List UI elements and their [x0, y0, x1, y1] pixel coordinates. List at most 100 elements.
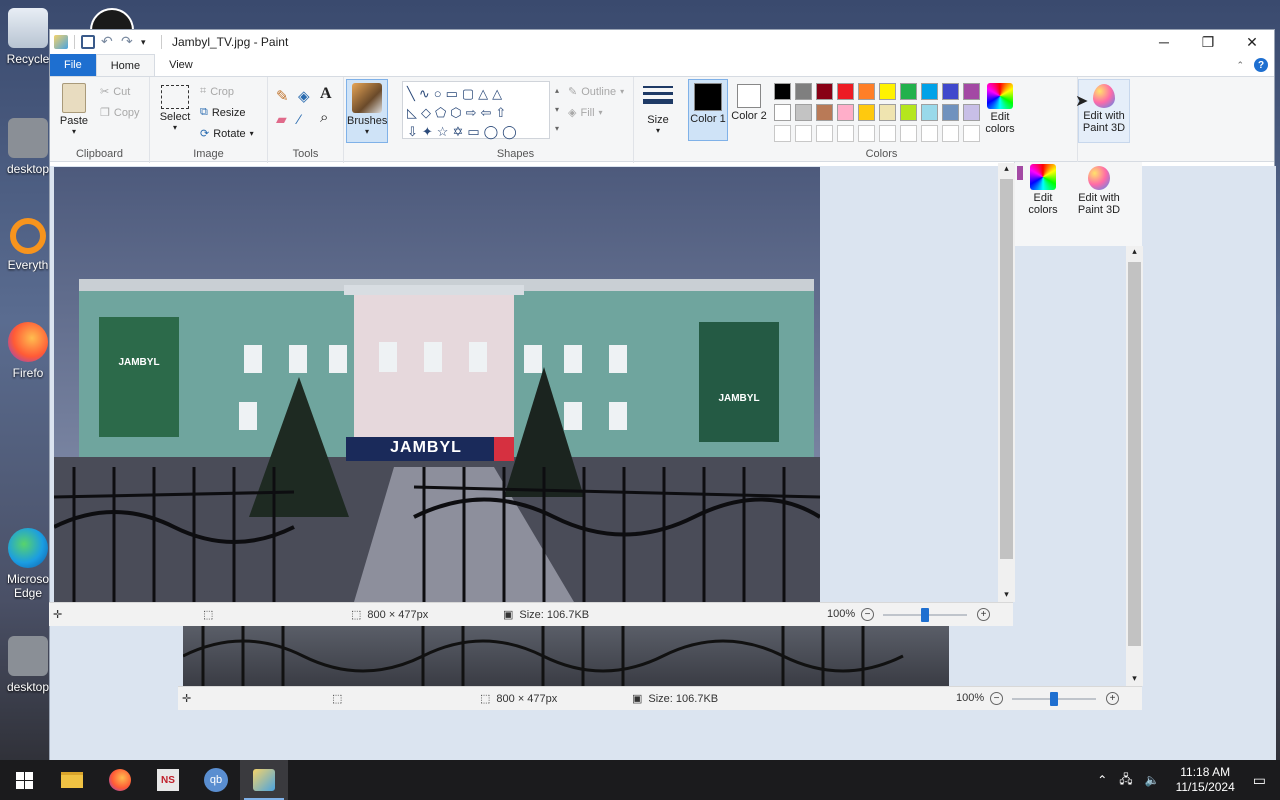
- scroll-down-icon[interactable]: ▾: [998, 589, 1015, 600]
- volume-muted-icon[interactable]: 🔈: [1145, 773, 1160, 787]
- custom-palette-slot[interactable]: [900, 125, 917, 142]
- edit-colors-button[interactable]: Edit colors: [980, 83, 1020, 135]
- palette-swatch[interactable]: [900, 104, 917, 121]
- zoom-in-button[interactable]: +: [977, 608, 990, 621]
- restore-button[interactable]: ❐: [1186, 30, 1230, 54]
- zoom-out-button[interactable]: −: [861, 608, 874, 621]
- palette-swatch[interactable]: [837, 83, 854, 100]
- custom-palette-slot[interactable]: [816, 125, 833, 142]
- start-button[interactable]: [0, 760, 48, 800]
- palette-swatch[interactable]: [921, 104, 938, 121]
- copy-button[interactable]: ❐ Copy: [100, 106, 140, 120]
- customize-toolbar-icon[interactable]: ▾: [141, 35, 155, 49]
- taskbar-firefox[interactable]: [96, 760, 144, 800]
- scroll-down-icon[interactable]: ▾: [1126, 673, 1143, 684]
- custom-palette-slot[interactable]: [921, 125, 938, 142]
- palette-swatch[interactable]: [879, 83, 896, 100]
- notification-center-icon[interactable]: ▭: [1253, 772, 1266, 789]
- custom-palette-slot[interactable]: [774, 125, 791, 142]
- desktop-icon-edge[interactable]: Microso Edge: [0, 528, 56, 600]
- ghost-vertical-scrollbar[interactable]: ▴ ▾: [1126, 246, 1143, 686]
- fill-button[interactable]: ◈ Fill ▾: [568, 106, 603, 120]
- taskbar-ns-app[interactable]: NS: [144, 760, 192, 800]
- palette-swatch[interactable]: [837, 104, 854, 121]
- palette-swatch[interactable]: [900, 83, 917, 100]
- desktop-icon-desktop-1[interactable]: desktop: [0, 118, 56, 176]
- palette-swatch[interactable]: [816, 83, 833, 100]
- palette-swatch[interactable]: [774, 104, 791, 121]
- palette-swatch[interactable]: [795, 104, 812, 121]
- palette-swatch[interactable]: [963, 83, 980, 100]
- color-picker-icon[interactable]: ⁄: [298, 111, 300, 127]
- palette-swatch[interactable]: [774, 83, 791, 100]
- custom-palette-slot[interactable]: [858, 125, 875, 142]
- edit-with-paint3d-button[interactable]: Edit with Paint 3D: [1078, 79, 1130, 143]
- palette-swatch[interactable]: [942, 104, 959, 121]
- ghost-edit-colors-button[interactable]: Edit colors: [1023, 164, 1063, 216]
- help-icon[interactable]: ?: [1254, 58, 1268, 72]
- ghost-zoom-out-button[interactable]: −: [990, 692, 1003, 705]
- fill-bucket-icon[interactable]: ◈: [298, 87, 310, 105]
- palette-swatch[interactable]: [921, 83, 938, 100]
- palette-swatch[interactable]: [795, 83, 812, 100]
- minimize-button[interactable]: ─: [1142, 30, 1186, 54]
- resize-button[interactable]: ⧉ Resize: [200, 106, 245, 119]
- tab-home[interactable]: Home: [95, 54, 156, 76]
- pencil-icon[interactable]: ✎: [276, 87, 289, 105]
- outline-button[interactable]: ✎ Outline ▾: [568, 85, 624, 99]
- eraser-icon[interactable]: ▰: [276, 111, 287, 128]
- custom-palette-slot[interactable]: [795, 125, 812, 142]
- desktop-icon-everything[interactable]: Everyth: [0, 218, 56, 272]
- magnifier-icon[interactable]: ⌕: [320, 109, 328, 126]
- tab-view[interactable]: View: [155, 54, 207, 76]
- shapes-scroll[interactable]: ▴ ▾ ▾: [551, 81, 563, 139]
- palette-swatch[interactable]: [858, 83, 875, 100]
- rotate-button[interactable]: ⟳ Rotate ▾: [200, 127, 254, 141]
- custom-palette-slot[interactable]: [879, 125, 896, 142]
- palette-swatch[interactable]: [879, 104, 896, 121]
- palette-swatch[interactable]: [942, 83, 959, 100]
- desktop-icon-recycle-bin[interactable]: Recycle: [0, 8, 56, 66]
- clock[interactable]: 11:18 AM 11/15/2024: [1176, 765, 1235, 795]
- collapse-ribbon-icon[interactable]: ⌃: [1236, 60, 1244, 71]
- palette-swatch[interactable]: [963, 104, 980, 121]
- custom-palette-slot[interactable]: [837, 125, 854, 142]
- network-icon[interactable]: 🖧: [1119, 770, 1132, 791]
- size-button[interactable]: Size ▾: [640, 83, 676, 135]
- palette-swatch[interactable]: [816, 104, 833, 121]
- zoom-slider-thumb[interactable]: [921, 608, 929, 622]
- text-tool-icon[interactable]: A: [320, 85, 332, 103]
- color2-button[interactable]: Color 2: [730, 79, 768, 122]
- canvas-image[interactable]: JAMBYL JAMBYL JAMBYL: [54, 167, 820, 602]
- ghost-zoom-in-button[interactable]: +: [1106, 692, 1119, 705]
- palette-swatch[interactable]: [858, 104, 875, 121]
- vertical-scrollbar[interactable]: ▴ ▾: [998, 163, 1015, 602]
- obs-icon[interactable]: [90, 8, 134, 30]
- scroll-up-icon[interactable]: ▴: [1126, 246, 1143, 257]
- crop-button[interactable]: ⌗ Crop: [200, 85, 234, 98]
- undo-icon[interactable]: ↶: [101, 34, 115, 49]
- shapes-icons[interactable]: ╲∿○▭▢△△ ◺◇⬠⬡⇨⇦⇧ ⇩✦☆✡▭◯◯: [407, 84, 547, 141]
- taskbar-paint[interactable]: [240, 760, 288, 800]
- scroll-thumb[interactable]: [1000, 179, 1013, 559]
- color1-button[interactable]: Color 1: [688, 79, 728, 141]
- taskbar-qbittorrent[interactable]: qb: [192, 760, 240, 800]
- redo-icon[interactable]: ↷: [121, 34, 135, 49]
- desktop-icon-desktop-2[interactable]: desktop: [0, 636, 56, 694]
- ghost-zoom-slider-thumb[interactable]: [1050, 692, 1058, 706]
- taskbar-file-explorer[interactable]: [48, 760, 96, 800]
- cut-button[interactable]: ✂ Cut: [100, 85, 130, 99]
- scroll-up-icon[interactable]: ▴: [998, 163, 1015, 174]
- select-button[interactable]: Select ▾: [158, 85, 192, 132]
- desktop-icon-firefox[interactable]: Firefo: [0, 322, 56, 380]
- ghost-paint3d-button[interactable]: Edit with Paint 3D: [1073, 164, 1125, 216]
- show-hidden-icons-chevron-icon[interactable]: ⌃: [1097, 773, 1107, 787]
- paste-button[interactable]: Paste ▾: [56, 83, 92, 136]
- custom-palette-slot[interactable]: [942, 125, 959, 142]
- scroll-thumb[interactable]: [1128, 262, 1141, 646]
- save-icon[interactable]: [81, 35, 95, 49]
- shapes-gallery[interactable]: ╲∿○▭▢△△ ◺◇⬠⬡⇨⇦⇧ ⇩✦☆✡▭◯◯: [402, 81, 550, 139]
- brushes-button[interactable]: Brushes ▾: [346, 79, 388, 143]
- close-button[interactable]: ✕: [1230, 30, 1274, 54]
- custom-palette-slot[interactable]: [963, 125, 980, 142]
